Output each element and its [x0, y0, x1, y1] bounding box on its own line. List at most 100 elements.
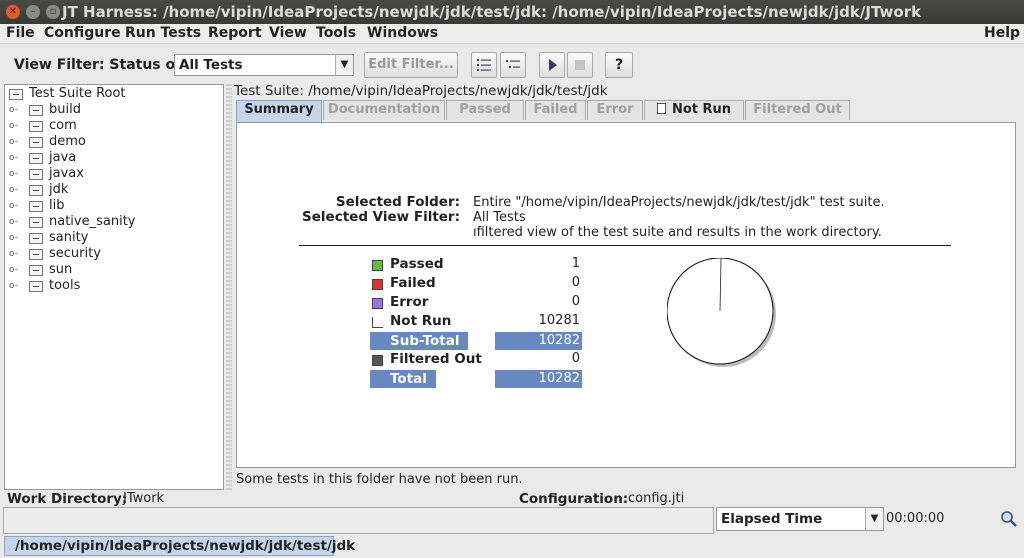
folder-icon [29, 105, 43, 116]
menu-help[interactable]: Help [984, 25, 1020, 41]
dropdown-arrow-icon[interactable]: ▼ [335, 55, 353, 75]
window-title: JT Harness: /home/vipin/IdeaProjects/new… [62, 3, 922, 21]
tree-view-button[interactable] [500, 52, 526, 78]
folder-icon [29, 169, 43, 180]
edit-filter-button[interactable]: Edit Filter... [364, 52, 458, 78]
list-view-icon [477, 59, 491, 71]
total-label: Total [370, 370, 436, 388]
run-button[interactable] [539, 52, 565, 78]
subtotal-label: Sub-Total [370, 332, 468, 350]
menu-run-tests[interactable]: Run Tests [125, 25, 201, 41]
subtotal-value: 10282 [495, 332, 582, 350]
folder-path-tab[interactable]: /home/vipin/IdeaProjects/newjdk/jdk/test… [4, 536, 355, 556]
tab-documentation[interactable]: Documentation [323, 100, 445, 120]
menu-configure[interactable]: Configure [44, 25, 121, 41]
expander-icon[interactable]: o- [9, 217, 18, 227]
expander-icon[interactable]: o- [9, 281, 18, 291]
progress-area [3, 507, 714, 534]
folder-icon [9, 89, 23, 100]
separator [299, 245, 951, 246]
tab-error[interactable]: Error [587, 100, 643, 120]
tab-summary[interactable]: Summary [236, 100, 322, 122]
stat-filtered-out-value: 0 [571, 351, 580, 366]
document-icon [656, 103, 666, 114]
folder-icon [29, 233, 43, 244]
menu-tools[interactable]: Tools [316, 25, 356, 41]
menu-file[interactable]: File [6, 25, 35, 41]
tree-item-label: jdk [49, 182, 69, 197]
folder-status-message: Some tests in this folder have not been … [236, 472, 523, 487]
maximize-icon[interactable]: ▫ [46, 5, 60, 19]
tree-item-label: native_sanity [49, 214, 136, 229]
stop-button[interactable] [567, 52, 593, 78]
expander-icon[interactable]: o- [9, 121, 18, 131]
stat-failed-value: 0 [571, 275, 580, 290]
magnifier-icon[interactable] [1000, 510, 1018, 528]
folder-icon [29, 217, 43, 228]
folder-icon [29, 121, 43, 132]
split-divider[interactable] [226, 84, 232, 490]
expander-icon[interactable]: o- [9, 169, 18, 179]
tab-passed[interactable]: Passed [446, 100, 524, 120]
tab-not-run[interactable]: Not Run [644, 100, 744, 120]
menu-report[interactable]: Report [208, 25, 262, 41]
elapsed-time-select[interactable]: Elapsed Time ▼ [716, 507, 884, 531]
stat-passed-label: Passed [390, 256, 444, 272]
expander-icon[interactable]: o- [9, 265, 18, 275]
stat-not-run-value: 10281 [538, 313, 580, 328]
tree-view-icon [506, 60, 520, 68]
folder-icon [29, 265, 43, 276]
expander-icon[interactable]: o- [9, 249, 18, 259]
not-run-swatch [372, 317, 383, 328]
tree-item-label: demo [49, 134, 86, 149]
total-value: 10282 [495, 370, 582, 388]
expander-icon[interactable]: o- [9, 233, 18, 243]
expander-icon[interactable]: o- [9, 105, 18, 115]
menu-windows[interactable]: Windows [367, 25, 438, 41]
stat-error: Error 0 [372, 294, 582, 312]
work-directory-value: JTwork [123, 491, 165, 506]
stat-filtered-out-label: Filtered Out [390, 351, 482, 367]
view-filter-summary-label: Selected View Filter: [302, 209, 460, 225]
configuration-label: Configuration: [519, 491, 629, 507]
folder-icon [29, 185, 43, 196]
stat-filtered-out: Filtered Out 0 [372, 351, 582, 369]
view-filter-description: ıfiltered view of the test suite and res… [473, 225, 882, 240]
stat-failed: Failed 0 [372, 275, 582, 293]
view-filter-summary-value: All Tests [473, 210, 526, 225]
summary-panel: Selected Folder: Entire "/home/vipin/Ide… [236, 122, 1016, 468]
dropdown-arrow-icon[interactable]: ▼ [865, 508, 883, 530]
filtered-out-swatch [372, 355, 383, 366]
title-bar: ✕ – ▫ JT Harness: /home/vipin/IdeaProjec… [0, 0, 1024, 24]
tree-item-label: java [49, 150, 77, 165]
tree-item-label: javax [49, 166, 84, 181]
tab-not-run-label: Not Run [671, 102, 732, 117]
list-view-button[interactable] [471, 52, 497, 78]
minimize-icon[interactable]: – [26, 5, 40, 19]
close-icon[interactable]: ✕ [6, 5, 20, 19]
tab-filtered-out[interactable]: Filtered Out [745, 100, 850, 120]
stat-not-run-label: Not Run [390, 313, 452, 329]
folder-icon [29, 249, 43, 260]
tab-failed[interactable]: Failed [525, 100, 586, 120]
stat-not-run: Not Run 10281 [372, 313, 582, 331]
pie-slice-not-run [667, 258, 774, 365]
tree-item-label: build [49, 102, 81, 117]
expander-icon[interactable]: o- [9, 153, 18, 163]
test-tree[interactable]: Test Suite Root o-build o-com o-demo o-java… [4, 84, 224, 490]
folder-icon [29, 201, 43, 212]
stat-failed-label: Failed [390, 275, 436, 291]
expander-icon[interactable]: o- [9, 185, 18, 195]
help-button[interactable]: ? [605, 52, 633, 78]
folder-icon [29, 281, 43, 292]
folder-icon [29, 137, 43, 148]
failed-swatch [372, 279, 383, 290]
status-pie-chart [667, 258, 776, 367]
passed-swatch [372, 260, 383, 271]
expander-icon[interactable]: o- [9, 137, 18, 147]
elapsed-time-label: Elapsed Time [721, 511, 823, 527]
tree-item-label: lib [49, 198, 65, 213]
expander-icon[interactable]: o- [9, 201, 18, 211]
view-filter-select[interactable]: All Tests ▼ [174, 54, 354, 76]
menu-view[interactable]: View [269, 25, 307, 41]
